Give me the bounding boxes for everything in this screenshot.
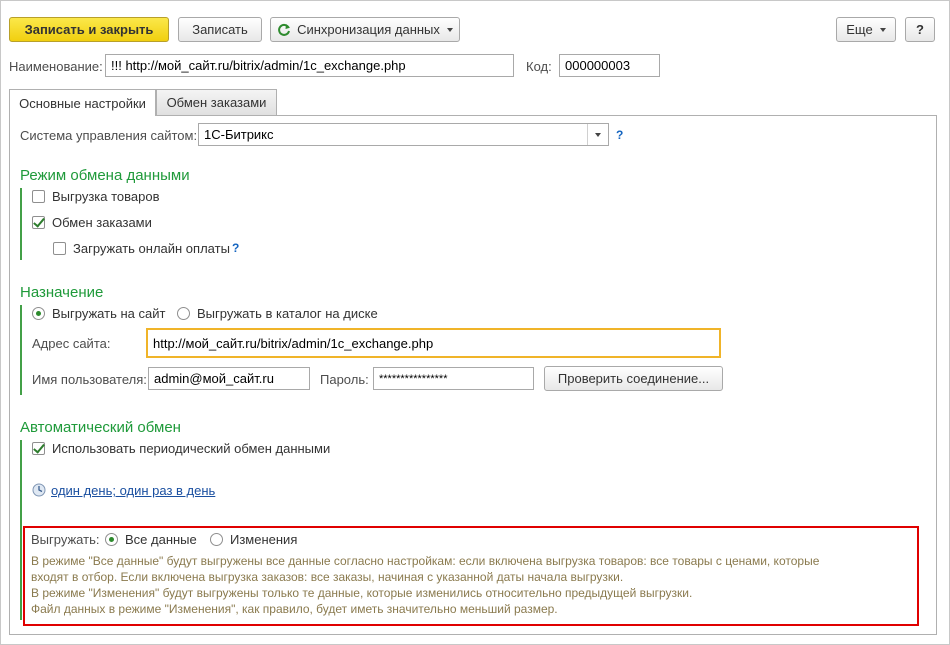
password-field[interactable]: **************** [373, 367, 534, 390]
check-connection-button[interactable]: Проверить соединение... [544, 366, 723, 391]
save-and-close-button[interactable]: Записать и закрыть [9, 17, 169, 42]
sync-icon [277, 23, 291, 37]
cms-help-icon[interactable]: ? [616, 128, 623, 142]
upload-to-disk-radio[interactable] [177, 307, 190, 320]
cms-select-value: 1С-Битрикс [204, 127, 274, 142]
tab-order-exchange-label: Обмен заказами [166, 95, 267, 110]
upload-goods-checkbox[interactable] [32, 190, 45, 203]
order-exchange-checkbox[interactable] [32, 216, 45, 229]
cms-label: Система управления сайтом: [20, 128, 198, 143]
username-field[interactable]: admin@мой_сайт.ru [148, 367, 310, 390]
more-button[interactable]: Еще [836, 17, 896, 42]
cms-select[interactable]: 1С-Битрикс [198, 123, 609, 146]
note-line: Файл данных в режиме "Изменения", как пр… [31, 602, 558, 616]
username-label: Имя пользователя: [32, 372, 147, 387]
name-field[interactable]: !!! http://мой_сайт.ru/bitrix/admin/1c_e… [105, 54, 514, 77]
clock-icon [32, 483, 46, 497]
periodic-exchange-checkbox[interactable] [32, 442, 45, 455]
check-connection-label: Проверить соединение... [557, 371, 710, 386]
changes-radio[interactable] [210, 533, 223, 546]
save-and-close-label: Записать и закрыть [24, 22, 154, 37]
dropdown-arrow-icon[interactable] [587, 124, 608, 145]
sync-label: Синхронизация данных [297, 22, 440, 37]
note-line: входят в отбор. Если включена выгрузка з… [31, 570, 624, 584]
form-window: Записать и закрыть Записать Синхронизаци… [0, 0, 950, 645]
site-address-label: Адрес сайта: [32, 336, 111, 351]
code-field[interactable]: 000000003 [559, 54, 660, 77]
section-bar [20, 440, 22, 620]
online-payments-checkbox[interactable] [53, 242, 66, 255]
upload-mode-label: Выгружать: [31, 532, 100, 547]
upload-to-disk-label: Выгружать в каталог на диске [197, 306, 378, 321]
name-label: Наименование: [9, 59, 103, 74]
password-label: Пароль: [320, 372, 369, 387]
order-exchange-label: Обмен заказами [52, 215, 152, 230]
note-line: В режиме "Все данные" будут выгружены вс… [31, 554, 820, 568]
destination-title: Назначение [20, 284, 104, 301]
save-button[interactable]: Записать [178, 17, 262, 42]
chevron-down-icon [446, 27, 453, 32]
tab-order-exchange[interactable]: Обмен заказами [156, 89, 277, 115]
upload-goods-label: Выгрузка товаров [52, 189, 160, 204]
online-payments-label: Загружать онлайн оплаты [73, 241, 230, 256]
upload-to-site-radio[interactable] [32, 307, 45, 320]
section-bar [20, 305, 22, 395]
tab-main-settings-label: Основные настройки [19, 95, 146, 111]
online-payments-help-icon[interactable]: ? [232, 241, 239, 255]
site-address-field[interactable]: http://мой_сайт.ru/bitrix/admin/1c_excha… [146, 328, 721, 358]
help-button[interactable]: ? [905, 17, 935, 42]
save-label: Записать [192, 22, 248, 37]
section-bar [20, 188, 22, 260]
schedule-link[interactable]: один день; один раз в день [51, 483, 215, 498]
help-label: ? [916, 22, 924, 37]
code-label: Код: [526, 59, 552, 74]
more-label: Еще [846, 22, 873, 37]
all-data-label: Все данные [125, 532, 197, 547]
periodic-exchange-label: Использовать периодический обмен данными [52, 441, 331, 456]
exchange-mode-title: Режим обмена данными [20, 167, 190, 184]
upload-to-site-label: Выгружать на сайт [52, 306, 166, 321]
chevron-down-icon [879, 27, 886, 32]
note-line: В режиме "Изменения" будут выгружены тол… [31, 586, 693, 600]
sync-data-button[interactable]: Синхронизация данных [270, 17, 460, 42]
changes-label: Изменения [230, 532, 298, 547]
all-data-radio[interactable] [105, 533, 118, 546]
tab-main-settings[interactable]: Основные настройки [9, 89, 156, 116]
auto-exchange-title: Автоматический обмен [20, 419, 181, 436]
